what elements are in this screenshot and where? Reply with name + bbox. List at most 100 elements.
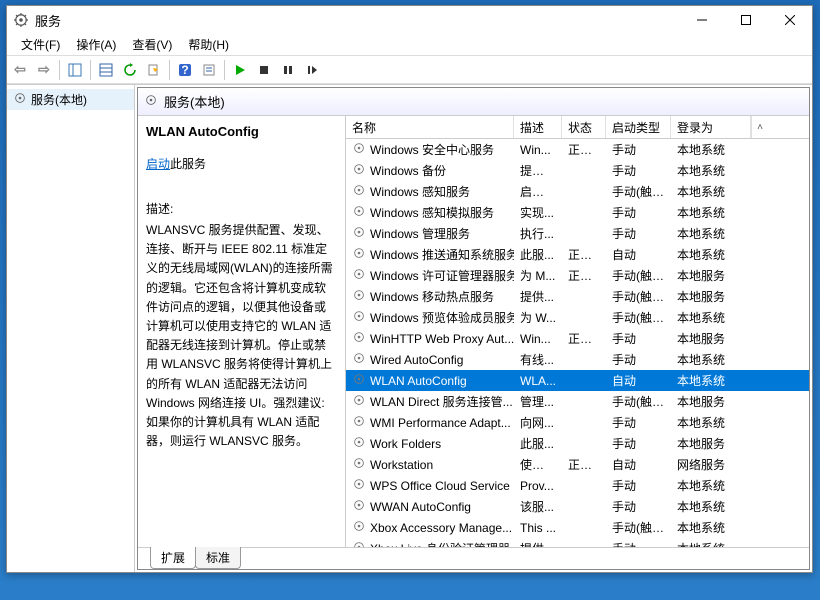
help-button[interactable]: ? bbox=[174, 59, 196, 81]
service-name: WWAN AutoConfig bbox=[370, 500, 471, 514]
service-row[interactable]: Windows 推送通知系统服务此服...正在...自动本地系统 bbox=[346, 244, 809, 265]
service-desc: 该服... bbox=[514, 498, 562, 515]
service-row[interactable]: WWAN AutoConfig该服...手动本地系统 bbox=[346, 496, 809, 517]
tab-standard[interactable]: 标准 bbox=[195, 547, 241, 569]
gear-icon bbox=[352, 246, 366, 263]
gear-icon bbox=[352, 225, 366, 242]
back-button[interactable]: ⇦ bbox=[9, 59, 31, 81]
menu-file[interactable]: 文件(F) bbox=[13, 34, 68, 55]
column-name[interactable]: 名称 bbox=[346, 116, 514, 138]
service-desc: Prov... bbox=[514, 479, 562, 493]
service-name: Work Folders bbox=[370, 437, 441, 451]
service-desc: 执行... bbox=[514, 225, 562, 242]
gear-icon bbox=[352, 141, 366, 158]
export-button[interactable] bbox=[143, 59, 165, 81]
column-desc[interactable]: 描述 bbox=[514, 116, 562, 138]
forward-button[interactable]: ⇨ bbox=[33, 59, 55, 81]
service-desc: 提供... bbox=[514, 288, 562, 305]
service-logon: 本地系统 bbox=[671, 372, 751, 389]
scroll-spacer: ˄ bbox=[751, 116, 768, 138]
service-startup: 自动 bbox=[606, 372, 671, 389]
service-row[interactable]: WinHTTP Web Proxy Aut...Win...正在...手动本地服… bbox=[346, 328, 809, 349]
maximize-button[interactable] bbox=[724, 6, 768, 34]
column-startup[interactable]: 启动类型 bbox=[606, 116, 671, 138]
minimize-button[interactable] bbox=[680, 6, 724, 34]
service-startup: 手动 bbox=[606, 204, 671, 221]
service-startup: 自动 bbox=[606, 246, 671, 263]
service-row[interactable]: Windows 备份提供 ...手动本地系统 bbox=[346, 160, 809, 181]
gear-icon bbox=[352, 267, 366, 284]
toolbar-separator bbox=[169, 60, 170, 80]
service-status: 正在... bbox=[562, 141, 606, 158]
service-startup: 手动 bbox=[606, 477, 671, 494]
gear-icon bbox=[352, 435, 366, 452]
service-name: WLAN AutoConfig bbox=[370, 374, 467, 388]
gear-icon bbox=[352, 372, 366, 389]
right-pane: 服务(本地) WLAN AutoConfig 启动此服务 描述: WLANSVC… bbox=[137, 87, 810, 570]
service-row[interactable]: WLAN AutoConfigWLA...自动本地系统 bbox=[346, 370, 809, 391]
service-status: 正在... bbox=[562, 330, 606, 347]
gear-icon bbox=[352, 330, 366, 347]
service-row[interactable]: Windows 预览体验成员服务为 W...手动(触发...本地系统 bbox=[346, 307, 809, 328]
service-logon: 本地系统 bbox=[671, 162, 751, 179]
menu-action[interactable]: 操作(A) bbox=[68, 34, 124, 55]
service-row[interactable]: Workstation使用 ...正在...自动网络服务 bbox=[346, 454, 809, 475]
menu-help[interactable]: 帮助(H) bbox=[180, 34, 237, 55]
refresh-button[interactable] bbox=[119, 59, 141, 81]
service-row[interactable]: WPS Office Cloud ServiceProv...手动本地系统 bbox=[346, 475, 809, 496]
service-desc: 实现... bbox=[514, 204, 562, 221]
service-row[interactable]: Windows 感知服务启用 ...手动(触发...本地系统 bbox=[346, 181, 809, 202]
service-row[interactable]: Xbox Live 身份验证管理器提供...手动本地系统 bbox=[346, 538, 809, 547]
service-list[interactable]: Windows 安全中心服务Win...正在...手动本地系统Windows 备… bbox=[346, 139, 809, 547]
titlebar[interactable]: 服务 bbox=[7, 6, 812, 34]
show-hide-tree-button[interactable] bbox=[64, 59, 86, 81]
main: WLAN AutoConfig 启动此服务 描述: WLANSVC 服务提供配置… bbox=[138, 116, 809, 547]
service-name: Wired AutoConfig bbox=[370, 353, 463, 367]
menubar: 文件(F) 操作(A) 查看(V) 帮助(H) bbox=[7, 34, 812, 56]
service-desc: 使用 ... bbox=[514, 456, 562, 473]
service-row[interactable]: Windows 感知模拟服务实现...手动本地系统 bbox=[346, 202, 809, 223]
service-name: Xbox Accessory Manage... bbox=[370, 521, 512, 535]
service-startup: 手动 bbox=[606, 540, 671, 547]
service-row[interactable]: Work Folders此服...手动本地服务 bbox=[346, 433, 809, 454]
window-title: 服务 bbox=[35, 11, 680, 30]
column-logon[interactable]: 登录为 bbox=[671, 116, 751, 138]
gear-icon bbox=[352, 309, 366, 326]
services-window: 服务 文件(F) 操作(A) 查看(V) 帮助(H) ⇦ ⇨ ? bbox=[6, 5, 813, 573]
service-row[interactable]: Xbox Accessory Manage...This ...手动(触发...… bbox=[346, 517, 809, 538]
service-logon: 本地服务 bbox=[671, 330, 751, 347]
pause-service-button[interactable] bbox=[277, 59, 299, 81]
service-desc: 此服... bbox=[514, 435, 562, 452]
service-name: Windows 推送通知系统服务 bbox=[370, 246, 514, 263]
start-link[interactable]: 启动 bbox=[146, 157, 170, 171]
service-logon: 本地系统 bbox=[671, 477, 751, 494]
action-suffix: 此服务 bbox=[170, 157, 206, 171]
service-startup: 手动 bbox=[606, 435, 671, 452]
service-row[interactable]: WMI Performance Adapt...向网...手动本地系统 bbox=[346, 412, 809, 433]
column-status[interactable]: 状态 bbox=[562, 116, 606, 138]
service-row[interactable]: Windows 管理服务执行...手动本地系统 bbox=[346, 223, 809, 244]
service-startup: 手动 bbox=[606, 351, 671, 368]
gear-icon bbox=[352, 414, 366, 431]
service-startup: 手动(触发... bbox=[606, 267, 671, 284]
gear-icon bbox=[352, 519, 366, 536]
properties-button[interactable] bbox=[198, 59, 220, 81]
service-row[interactable]: Windows 安全中心服务Win...正在...手动本地系统 bbox=[346, 139, 809, 160]
details-button[interactable] bbox=[95, 59, 117, 81]
toolbar-separator bbox=[59, 60, 60, 80]
body: 服务(本地) 服务(本地) WLAN AutoConfig 启动此服务 描述: … bbox=[7, 84, 812, 572]
service-row[interactable]: Windows 移动热点服务提供...手动(触发...本地服务 bbox=[346, 286, 809, 307]
gear-icon bbox=[13, 91, 27, 108]
restart-service-button[interactable] bbox=[301, 59, 323, 81]
service-row[interactable]: WLAN Direct 服务连接管...管理...手动(触发...本地服务 bbox=[346, 391, 809, 412]
start-service-button[interactable] bbox=[229, 59, 251, 81]
stop-service-button[interactable] bbox=[253, 59, 275, 81]
tree-item-services-local[interactable]: 服务(本地) bbox=[7, 89, 134, 110]
service-name: Windows 安全中心服务 bbox=[370, 141, 494, 158]
service-row[interactable]: Windows 许可证管理器服务为 M...正在...手动(触发...本地服务 bbox=[346, 265, 809, 286]
close-button[interactable] bbox=[768, 6, 812, 34]
service-row[interactable]: Wired AutoConfig有线...手动本地系统 bbox=[346, 349, 809, 370]
tree-pane[interactable]: 服务(本地) bbox=[7, 85, 135, 572]
tab-extended[interactable]: 扩展 bbox=[150, 547, 196, 569]
menu-view[interactable]: 查看(V) bbox=[124, 34, 180, 55]
